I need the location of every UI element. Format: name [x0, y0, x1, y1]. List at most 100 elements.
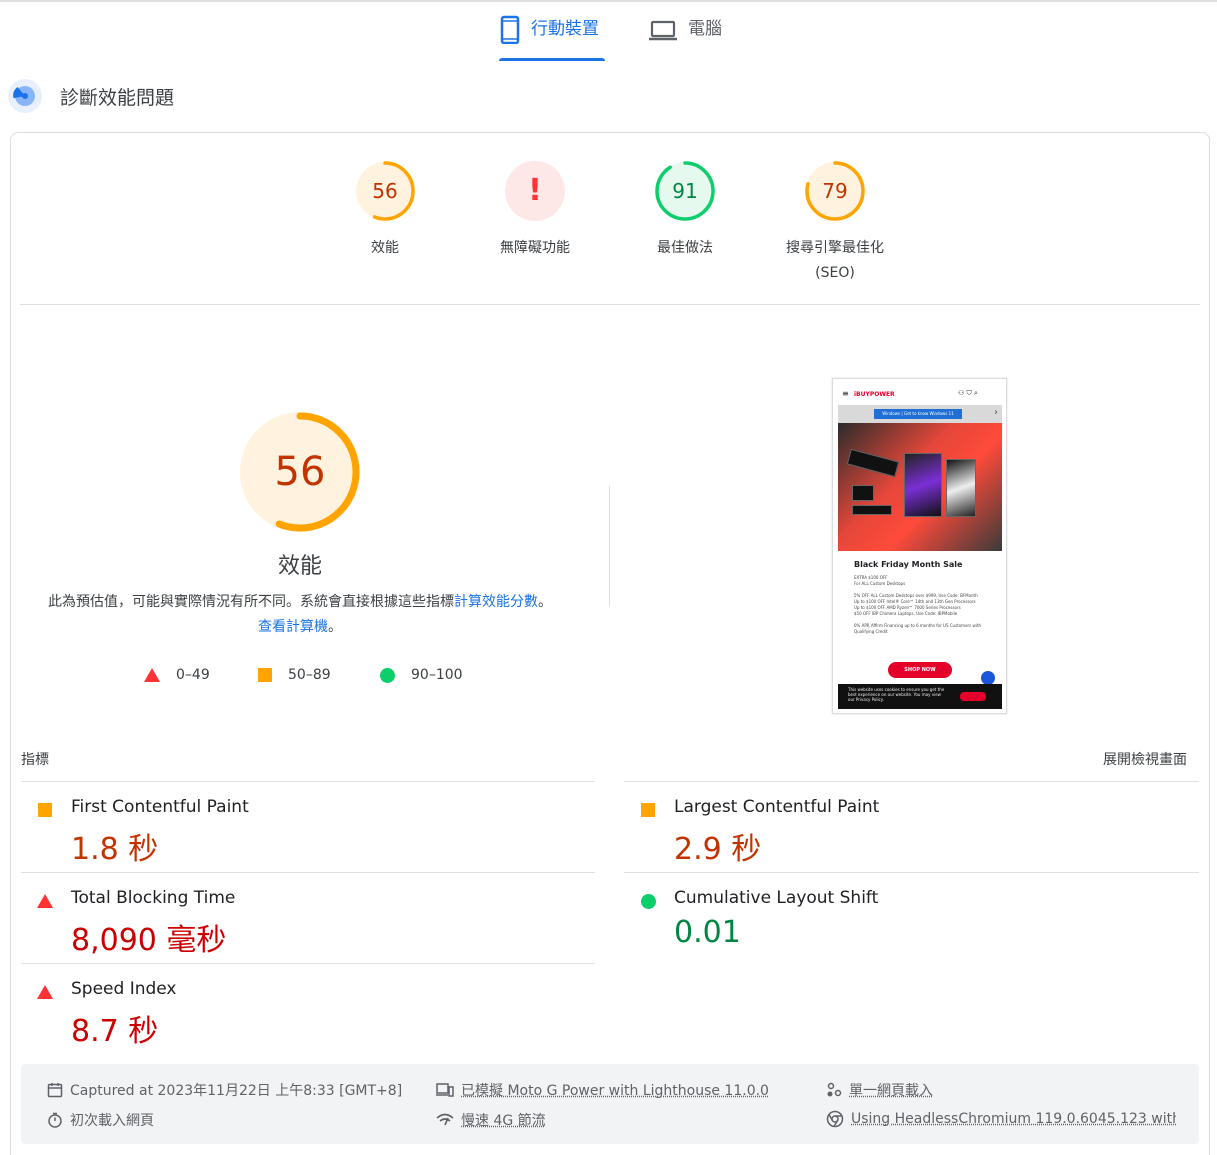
gauge-seo[interactable]: 79 搜尋引擎最佳化 (SEO) — [770, 160, 900, 286]
score-legend: 0–49 50–89 90–100 — [144, 664, 484, 688]
page-screenshot[interactable]: ≡ iBUYPOWER ⚇ ⛉ ⌕ Windows | Get to know … — [832, 378, 1007, 714]
gauge-label: 無障礙功能 — [500, 240, 570, 256]
monitor-image — [852, 485, 874, 501]
metric-value: 8,090 毫秒 — [71, 923, 227, 958]
active-tab-indicator — [499, 58, 605, 61]
divider — [20, 304, 1200, 305]
gauge-score: 56 — [372, 179, 398, 203]
header-icons: ⚇ ⛉ ⌕ — [958, 389, 978, 397]
divider — [624, 781, 1199, 782]
timer-icon — [48, 1112, 62, 1128]
emulated-device[interactable]: 已模擬 Moto G Power with Lighthouse 11.0.0 — [436, 1080, 769, 1100]
tab-desktop-label: 電腦 — [688, 19, 722, 39]
expand-view-button[interactable]: 展開檢視畫面 — [1103, 749, 1187, 769]
windows-banner: Windows | Get to know Windows 11 › — [838, 405, 1002, 423]
tab-desktop[interactable]: 電腦 — [648, 14, 738, 62]
device-tabs: 行動裝置 電腦 — [0, 0, 1217, 64]
diagnose-header: 診斷效能問題 — [8, 79, 175, 113]
gauge-score: 91 — [672, 179, 698, 203]
metric-fcp[interactable]: First Contentful Paint 1.8 秒 — [21, 789, 581, 879]
triangle-icon — [37, 894, 53, 908]
error-icon: ! — [528, 173, 542, 208]
tab-mobile-label: 行動裝置 — [531, 19, 599, 39]
network-throttling[interactable]: 慢速 4G 節流 — [436, 1110, 546, 1130]
performance-note: 此為預估值，可能與實際情況有所不同。系統會直接根據這些指標計算效能分數。 查看計… — [40, 590, 560, 640]
square-icon — [258, 668, 272, 682]
chrome-icon — [826, 1110, 844, 1128]
gauge-accessibility[interactable]: ! 無障礙功能 — [470, 160, 600, 261]
initial-load: 初次載入網頁 — [47, 1110, 154, 1130]
circle-icon — [641, 894, 656, 909]
session-type[interactable]: 單一網頁載入 — [826, 1080, 933, 1100]
gauge-label-line2: (SEO) — [815, 265, 855, 281]
note-end: 。 — [328, 619, 342, 635]
calculator-link[interactable]: 查看計算機 — [258, 619, 328, 635]
metric-name: Speed Index — [71, 979, 177, 999]
calendar-icon — [47, 1083, 63, 1098]
keyboard-image — [846, 448, 900, 478]
gauge-best-practices[interactable]: 91 最佳做法 — [620, 160, 750, 261]
sale-details: EXTRA $100 OFF For ALL Custom Desktops 5… — [854, 575, 982, 634]
triangle-icon — [144, 668, 160, 682]
category-gauges: 56 效能 ! 無障礙功能 91 最佳做法 79 搜尋引擎最佳化 (SEO) — [340, 160, 900, 290]
gauge-ring: 91 — [654, 160, 716, 222]
diagnose-title: 診斷效能問題 — [60, 86, 175, 109]
pc-case-image — [904, 453, 942, 517]
gauge-performance[interactable]: 56 效能 — [320, 160, 450, 261]
menu-icon: ≡ — [842, 389, 849, 398]
sale-title: Black Friday Month Sale — [854, 560, 963, 569]
laptop-icon — [648, 14, 678, 54]
calc-score-link[interactable]: 計算效能分數 — [454, 594, 538, 610]
metric-name: Total Blocking Time — [71, 888, 236, 908]
metric-si[interactable]: Speed Index 8.7 秒 — [21, 971, 581, 1061]
note-sep: 。 — [538, 594, 552, 610]
gauge-label: 效能 — [371, 240, 399, 256]
pc-case-image — [946, 459, 976, 517]
captured-text: Captured at 2023年11月22日 上午8:33 [GMT+8] — [70, 1083, 403, 1099]
metric-value: 1.8 秒 — [71, 832, 159, 867]
smartphone-icon — [499, 14, 521, 54]
gauge-ring: 79 — [804, 160, 866, 222]
legend-range: 0–49 — [176, 667, 210, 683]
legend-range: 50–89 — [288, 667, 331, 683]
network-text: 慢速 4G 節流 — [461, 1113, 546, 1129]
performance-score: 56 — [274, 449, 326, 495]
devices-icon — [436, 1083, 454, 1097]
square-icon — [641, 803, 655, 817]
metric-name: First Contentful Paint — [71, 797, 249, 817]
metric-tbt[interactable]: Total Blocking Time 8,090 毫秒 — [21, 880, 581, 970]
captured-time: Captured at 2023年11月22日 上午8:33 [GMT+8] — [47, 1080, 402, 1100]
fans-image — [852, 505, 892, 515]
legend-pass: 90–100 — [380, 664, 463, 686]
metric-cls[interactable]: Cumulative Layout Shift 0.01 — [624, 880, 1184, 970]
runtime-settings: Captured at 2023年11月22日 上午8:33 [GMT+8] 已… — [21, 1064, 1199, 1144]
session-text: 單一網頁載入 — [849, 1083, 933, 1099]
gauge-ring: 56 — [354, 160, 416, 222]
triangle-icon — [37, 985, 53, 999]
session-icon — [827, 1082, 842, 1097]
legend-range: 90–100 — [411, 667, 463, 683]
metric-lcp[interactable]: Largest Contentful Paint 2.9 秒 — [624, 789, 1184, 879]
accessibility-icon — [981, 671, 995, 685]
tab-mobile[interactable]: 行動裝置 — [499, 14, 605, 62]
metric-value: 2.9 秒 — [674, 832, 762, 867]
accept-button — [960, 692, 986, 701]
metrics-heading: 指標 — [21, 752, 49, 768]
metric-value: 0.01 — [674, 915, 741, 950]
brand-logo: iBUYPOWER — [854, 391, 895, 398]
metric-name: Cumulative Layout Shift — [674, 888, 879, 908]
performance-label: 效能 — [277, 554, 322, 579]
square-icon — [38, 803, 52, 817]
note-text: 此為預估值，可能與實際情況有所不同。系統會直接根據這些指標 — [48, 594, 454, 610]
initial-text: 初次載入網頁 — [70, 1113, 154, 1129]
chevron-right-icon: › — [994, 407, 998, 418]
metric-value: 8.7 秒 — [71, 1014, 159, 1049]
browser-version[interactable]: Using HeadlessChromium 119.0.6045.123 wi… — [826, 1110, 1176, 1128]
gauge-label: 最佳做法 — [657, 240, 713, 256]
divider — [21, 781, 595, 782]
legend-average: 50–89 — [258, 664, 331, 686]
cookie-text: This website uses cookies to ensure you … — [848, 687, 945, 702]
metric-name: Largest Contentful Paint — [674, 797, 880, 817]
wifi-icon — [436, 1113, 454, 1126]
screenshot-content: ≡ iBUYPOWER ⚇ ⛉ ⌕ Windows | Get to know … — [838, 384, 1002, 709]
